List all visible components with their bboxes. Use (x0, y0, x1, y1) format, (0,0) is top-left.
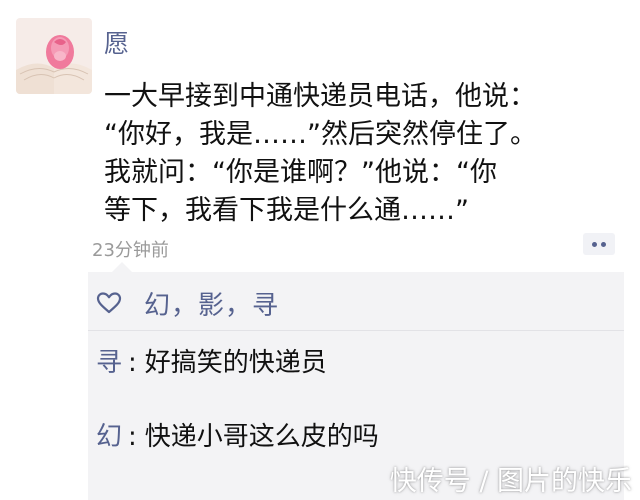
book-rose-avatar-image (16, 18, 92, 94)
post-text-line: 一大早接到中通快递员电话，他说： (104, 81, 536, 112)
post-author-name[interactable]: 愿 (104, 24, 129, 60)
comment-item[interactable]: 幻: 快递小哥这么皮的吗 (96, 416, 379, 453)
likers-list[interactable]: 幻，影，寻 (144, 285, 279, 322)
post-timestamp: 23分钟前 (92, 240, 169, 261)
post-text-line: 我就问：“你是谁啊？”他说：“你 (104, 157, 497, 188)
avatar[interactable] (16, 18, 92, 94)
heart-icon (96, 292, 122, 314)
post-text-line: 等下，我看下我是什么通……” (104, 195, 469, 226)
comment-author[interactable]: 幻 (96, 422, 122, 452)
comment-text: 快递小哥这么皮的吗 (144, 422, 379, 452)
comment-separator: : (128, 422, 137, 452)
watermark: 快传号 / 图片的快乐 (389, 466, 632, 497)
post-text: 一大早接到中通快递员电话，他说： “你好，我是……”然后突然停住了。 我就问：“… (104, 78, 628, 230)
likes-row: 幻，影，寻 (96, 285, 279, 322)
more-actions-button[interactable] (583, 233, 615, 255)
comment-author[interactable]: 寻 (96, 348, 122, 378)
comment-separator: : (128, 348, 137, 378)
comment-text: 好搞笑的快递员 (144, 348, 327, 378)
post-text-line: “你好，我是……”然后突然停住了。 (104, 119, 537, 150)
comment-item[interactable]: 寻: 好搞笑的快递员 (96, 342, 327, 379)
divider (88, 330, 624, 331)
dot-icon (601, 241, 606, 247)
dot-icon (592, 241, 597, 247)
